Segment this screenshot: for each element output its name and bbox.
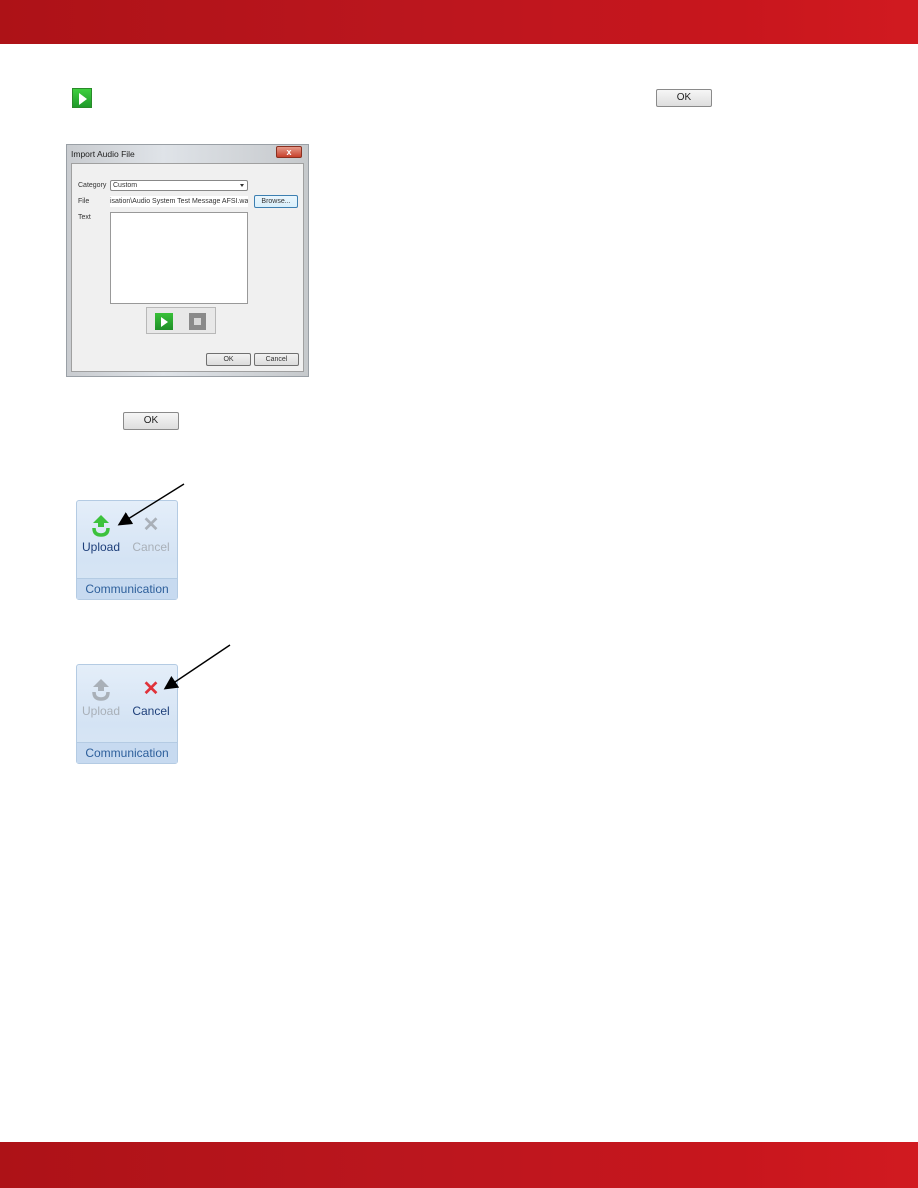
annotation-arrows: [117, 483, 231, 690]
footer-band: [0, 1142, 918, 1188]
annotation-arrow-upload: [117, 483, 185, 526]
annotation-arrow-cancel: [163, 644, 231, 690]
